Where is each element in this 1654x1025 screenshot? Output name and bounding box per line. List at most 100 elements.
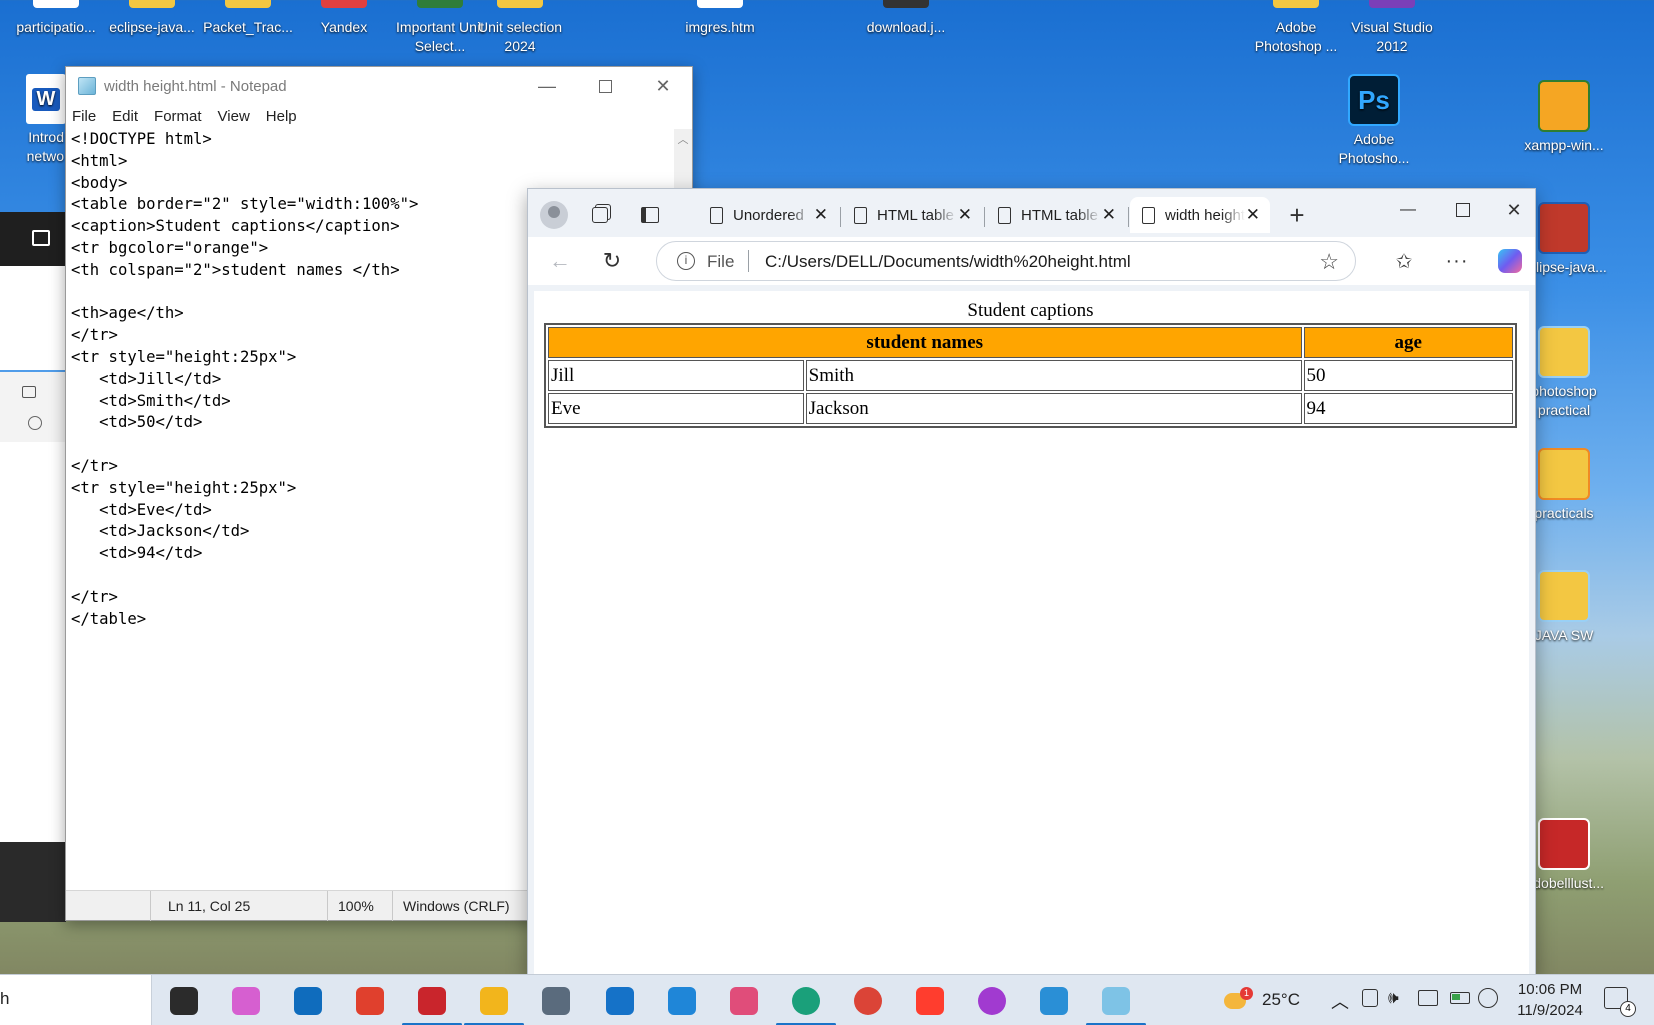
desktop-icon[interactable]: eclipse-java... [102, 0, 202, 37]
desktop-icon-image [697, 0, 743, 8]
close-tab-icon[interactable]: ✕ [958, 205, 972, 225]
taskbar-app-app-purple[interactable] [972, 983, 1012, 1019]
desktop-icon[interactable]: Unit selection 2024 [470, 0, 570, 56]
taskbar-app-photos[interactable] [1034, 983, 1074, 1019]
clock-time: 10:06 PM [1517, 981, 1583, 998]
menu-item-view[interactable]: View [218, 108, 250, 125]
maximize-button[interactable] [576, 67, 634, 105]
taskbar-app-notepad[interactable] [1086, 983, 1146, 1025]
network-globe-icon[interactable] [1478, 988, 1498, 1008]
desktop-icon-label: Yandex [320, 19, 368, 35]
browser-tab[interactable]: HTML table ✕ [842, 197, 982, 233]
desktop-icon[interactable]: xampp-win... [1516, 80, 1612, 155]
favorites-icon[interactable]: ✩ [1390, 247, 1418, 275]
close-tab-icon[interactable]: ✕ [1246, 205, 1260, 225]
desktop-icon[interactable]: Adobe Photoshop ... [1246, 0, 1346, 56]
close-button[interactable]: ✕ [634, 67, 692, 105]
desktop-icon-image [883, 0, 929, 8]
desktop-icon[interactable]: Packet_Trac... [198, 0, 298, 37]
taskbar-app-calculator[interactable] [536, 983, 576, 1019]
refresh-icon[interactable]: ↻ [598, 247, 626, 275]
desktop-icon[interactable]: Visual Studio 2012 [1342, 0, 1442, 56]
student-table-container: Student captions student names age Jill S… [544, 299, 1517, 428]
menu-item-format[interactable]: Format [154, 108, 202, 125]
taskbar-app-ecu-website[interactable] [402, 983, 462, 1025]
desktop-icon-label: imgres.htm [685, 19, 755, 35]
background-window-dark [0, 212, 66, 266]
desktop-icon-word-doc[interactable]: W Introd netwo [0, 74, 66, 166]
app-pink-icon [730, 987, 758, 1015]
chrome-icon [854, 987, 882, 1015]
tab-label: HTML table [1021, 206, 1098, 224]
header-age: age [1303, 327, 1513, 358]
info-icon[interactable]: i [677, 252, 695, 270]
copilot-icon[interactable] [1496, 247, 1524, 275]
meet-now-icon[interactable] [1362, 989, 1378, 1007]
taskbar-app-app-pink[interactable] [724, 983, 764, 1019]
taskbar-app-app-red[interactable] [350, 983, 390, 1019]
desktop-icon[interactable]: Ps Adobe Photosho... [1326, 74, 1422, 168]
close-tab-icon[interactable]: ✕ [1102, 205, 1116, 225]
minimize-button[interactable]: — [1388, 195, 1428, 225]
tab-label: Unordered [733, 206, 804, 224]
desktop-icon-image [1369, 0, 1415, 8]
edge-browser-window[interactable]: Unordered ✕ HTML table ✕ HTML table ✕ width he… [527, 188, 1536, 976]
background-window-bottom [0, 842, 66, 922]
clock[interactable]: 10:06 PM 11/9/2024 [1510, 979, 1590, 1021]
weather-icon[interactable]: 1 [1222, 987, 1253, 1013]
menu-item-file[interactable]: File [72, 108, 96, 125]
address-bar[interactable]: i File C:/Users/DELL/Documents/width%20h… [656, 241, 1356, 281]
taskbar-app-outlook[interactable] [288, 983, 328, 1019]
taskbar-app-copilot[interactable] [226, 983, 266, 1019]
taskbar-app-mail[interactable] [600, 983, 640, 1019]
desktop-icon[interactable]: Yandex [294, 0, 394, 37]
minimize-button[interactable]: — [518, 67, 576, 105]
battery-icon[interactable] [1450, 992, 1470, 1004]
vertical-tabs-icon[interactable] [636, 201, 664, 229]
taskbar-app-chrome[interactable] [848, 983, 888, 1019]
taskbar-app-yandex[interactable] [910, 983, 950, 1019]
table-cell: Jackson [805, 393, 1302, 424]
menu-item-edit[interactable]: Edit [112, 108, 138, 125]
taskbar-app-edge[interactable] [776, 983, 836, 1025]
background-browser-window [0, 372, 66, 842]
browser-tab[interactable]: width height ✕ [1130, 197, 1270, 233]
page-icon [1142, 206, 1155, 224]
new-tab-button[interactable]: + [1283, 200, 1311, 230]
scroll-up-arrow-icon[interactable]: ︿ [674, 131, 692, 147]
taskbar-app-file-explorer[interactable] [464, 983, 524, 1025]
taskbar-app-azure[interactable] [662, 983, 702, 1019]
desktop-icon[interactable]: download.j... [856, 0, 956, 37]
browser-tab[interactable]: Unordered ✕ [698, 197, 838, 233]
line-endings: Windows (CRLF) [403, 898, 510, 914]
speaker-icon[interactable]: 🕪 [1388, 988, 1399, 1008]
favorite-star-icon[interactable]: ☆ [1319, 249, 1339, 275]
table-caption: Student captions [967, 300, 1094, 321]
taskbar-app-task-view[interactable] [164, 983, 204, 1019]
taskbar-search-box[interactable]: h [0, 975, 152, 1025]
collections-icon[interactable] [586, 201, 614, 229]
browser-tab[interactable]: HTML table ✕ [986, 197, 1126, 233]
desktop-icon-image [1538, 326, 1590, 378]
notifications-icon[interactable]: 4 [1604, 987, 1636, 1017]
desktop-icon[interactable]: imgres.htm [670, 0, 770, 37]
notification-count-badge: 4 [1620, 1001, 1636, 1017]
more-options-icon[interactable]: ··· [1443, 247, 1471, 275]
weather-temperature[interactable]: 25°C [1262, 990, 1300, 1010]
desktop-icon-label: Unit selection 2024 [477, 19, 563, 54]
url-text[interactable]: C:/Users/DELL/Documents/width%20height.h… [765, 252, 1131, 272]
photos-icon [1040, 987, 1068, 1015]
menu-item-help[interactable]: Help [266, 108, 297, 125]
back-arrow-icon[interactable]: ← [546, 247, 574, 275]
close-button[interactable]: ✕ [1494, 195, 1534, 225]
chevron-up-icon[interactable]: ︿ [1331, 988, 1349, 1014]
desktop-icon[interactable]: participatio... [6, 0, 106, 37]
header-student-names: student names [548, 327, 1302, 358]
toolbar: ← ↻ i File C:/Users/DELL/Documents/width… [528, 237, 1535, 285]
page-viewport[interactable]: Student captions student names age Jill S… [534, 291, 1529, 975]
profile-avatar-icon[interactable] [540, 201, 568, 229]
display-icon[interactable] [1418, 990, 1438, 1006]
close-tab-icon[interactable]: ✕ [814, 205, 828, 225]
maximize-button[interactable] [1443, 195, 1483, 225]
weather-badge: 1 [1240, 987, 1253, 1000]
